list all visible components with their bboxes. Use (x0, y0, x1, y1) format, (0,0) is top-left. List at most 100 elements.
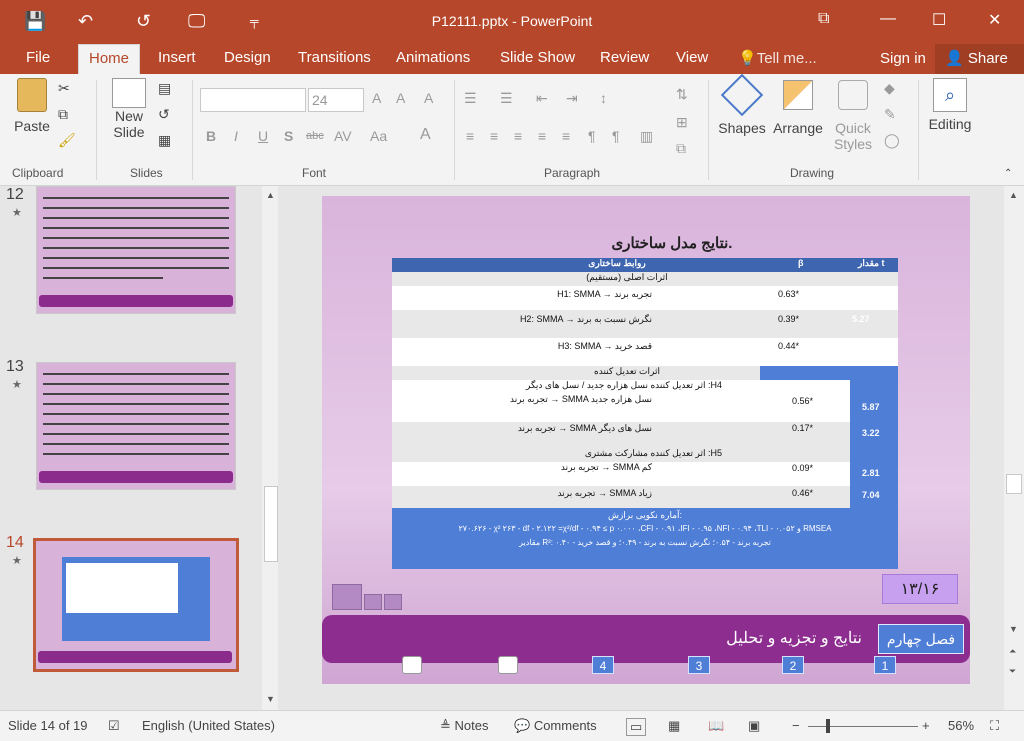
language-label[interactable]: English (United States) (142, 718, 275, 733)
scroll-thumb[interactable] (1006, 474, 1022, 494)
zoom-slider-thumb[interactable] (826, 719, 830, 733)
maximize-button[interactable]: ☐ (932, 10, 946, 30)
shape-effects-icon[interactable]: ◯ (884, 132, 900, 149)
scroll-down-icon[interactable]: ▼ (266, 694, 275, 704)
slide-thumbnail-12[interactable] (36, 186, 236, 314)
fit-to-window-icon[interactable]: ⛶ (990, 718, 999, 734)
page-button-1[interactable]: 1 (874, 656, 896, 674)
shapes-button[interactable]: Shapes (716, 73, 768, 136)
decrease-indent-icon[interactable]: ⇤ (536, 90, 548, 107)
bold-button[interactable]: B (206, 128, 216, 144)
tab-view[interactable]: View (676, 49, 708, 66)
copy-icon[interactable]: ⧉ (58, 106, 68, 123)
slide-thumbnail-14-selected[interactable] (33, 538, 239, 672)
tab-review[interactable]: Review (600, 49, 649, 66)
numbering-icon[interactable]: ☰ (500, 90, 513, 107)
minimize-button[interactable]: — (880, 10, 896, 28)
rtl-icon[interactable]: ¶ (612, 128, 620, 144)
tell-me-search[interactable]: 💡Tell me... (738, 49, 817, 67)
sign-in-link[interactable]: Sign in (880, 50, 926, 67)
reading-view-icon[interactable]: 📖 (708, 718, 724, 734)
quick-styles-button[interactable]: Quick Styles (828, 80, 878, 152)
zoom-out-button[interactable]: − (792, 718, 800, 733)
line-spacing-icon[interactable]: ↕ (600, 90, 607, 106)
char-spacing-button[interactable]: AV (334, 128, 352, 144)
cut-icon[interactable]: ✂ (58, 80, 70, 97)
paste-button[interactable]: Paste (12, 78, 52, 134)
notes-button[interactable]: ≜ Notes (440, 718, 489, 734)
section-icon[interactable]: ▦ (158, 132, 171, 149)
scroll-thumb[interactable] (264, 486, 278, 562)
page-button-blank[interactable] (402, 656, 422, 674)
chapter-button[interactable]: فصل چهارم (878, 624, 964, 654)
shape-outline-icon[interactable]: ✎ (884, 106, 896, 123)
change-case-button[interactable]: Aa (370, 128, 387, 144)
italic-button[interactable]: I (234, 128, 238, 144)
layout-icon[interactable]: ▤ (158, 80, 171, 97)
align-left-icon[interactable]: ≡ (466, 128, 474, 144)
ribbon-display-icon[interactable]: ⧉ (818, 10, 829, 28)
distributed-icon[interactable]: ≡ (562, 128, 570, 144)
font-family-combo[interactable] (200, 88, 306, 112)
zoom-level[interactable]: 56% (948, 718, 974, 733)
slide[interactable]: نتایج مدل ساختاری. روابط ساختاری β مقدار… (322, 196, 970, 684)
new-slide-button[interactable]: New Slide (104, 78, 154, 140)
page-button-3[interactable]: 3 (688, 656, 710, 674)
smartart-icon[interactable]: ⧉ (676, 140, 686, 157)
tab-insert[interactable]: Insert (158, 49, 196, 66)
normal-view-icon[interactable]: ▭ (626, 718, 647, 736)
tab-file[interactable]: File (26, 49, 50, 66)
prev-nav-button[interactable] (364, 594, 382, 610)
scroll-up-icon[interactable]: ▲ (266, 190, 275, 200)
clear-format-icon[interactable]: A (424, 90, 433, 106)
shape-fill-icon[interactable]: ◆ (884, 80, 895, 97)
increase-indent-icon[interactable]: ⇥ (566, 90, 578, 107)
collapse-ribbon-icon[interactable]: ⌃ (1004, 168, 1012, 179)
text-direction-icon[interactable]: ⇅ (676, 86, 688, 103)
slideshow-icon[interactable]: ▣ (748, 718, 760, 734)
page-button-blank[interactable] (498, 656, 518, 674)
reset-icon[interactable]: ↺ (158, 106, 170, 123)
zoom-in-button[interactable]: + (922, 718, 930, 733)
scroll-down-icon[interactable]: ▼ (1009, 624, 1018, 634)
tab-animations[interactable]: Animations (396, 49, 470, 66)
align-right-icon[interactable]: ≡ (514, 128, 522, 144)
slide-thumbnail-13[interactable] (36, 362, 236, 490)
bullets-icon[interactable]: ☰ (464, 90, 477, 107)
tab-slide-show[interactable]: Slide Show (500, 49, 575, 66)
close-button[interactable]: ✕ (988, 10, 1001, 30)
slide-sorter-icon[interactable]: ▦ (668, 718, 680, 734)
thumb-text-line (43, 237, 229, 239)
next-slide-icon[interactable]: ⏷ (1009, 666, 1016, 677)
strikethrough-button[interactable]: abc (306, 130, 324, 142)
home-nav-button[interactable] (332, 584, 362, 610)
grow-font-icon[interactable]: A (372, 90, 381, 106)
tab-home[interactable]: Home (78, 44, 141, 74)
zoom-slider[interactable] (808, 726, 918, 727)
scroll-up-icon[interactable]: ▲ (1009, 190, 1018, 200)
font-size-combo[interactable]: 24 (308, 88, 364, 112)
divider (96, 80, 97, 180)
tab-transitions[interactable]: Transitions (298, 49, 371, 66)
canvas-scrollbar[interactable]: ▲ ▼ ⏶ ⏷ (1004, 186, 1024, 710)
prev-slide-icon[interactable]: ⏶ (1009, 646, 1016, 657)
underline-button[interactable]: U (258, 128, 268, 144)
comments-button[interactable]: 💬 Comments (514, 718, 597, 734)
format-painter-icon[interactable]: 🖌 (58, 132, 76, 149)
columns-icon[interactable]: ▥ (640, 128, 653, 145)
justify-icon[interactable]: ≡ (538, 128, 546, 144)
page-button-2[interactable]: 2 (782, 656, 804, 674)
shrink-font-icon[interactable]: A (396, 90, 405, 106)
ltr-icon[interactable]: ¶ (588, 128, 596, 144)
share-button[interactable]: 👤 Share (935, 44, 1024, 74)
page-button-4[interactable]: 4 (592, 656, 614, 674)
tab-design[interactable]: Design (224, 49, 271, 66)
align-center-icon[interactable]: ≡ (490, 128, 498, 144)
next-nav-button[interactable] (384, 594, 402, 610)
arrange-button[interactable]: Arrange (770, 80, 826, 136)
spell-check-icon[interactable]: ☑ (108, 718, 120, 734)
editing-button[interactable]: ⌕ Editing (926, 78, 974, 132)
align-text-icon[interactable]: ⊞ (676, 114, 688, 131)
font-color-button[interactable]: A (420, 126, 431, 144)
shadow-button[interactable]: S (284, 128, 293, 144)
